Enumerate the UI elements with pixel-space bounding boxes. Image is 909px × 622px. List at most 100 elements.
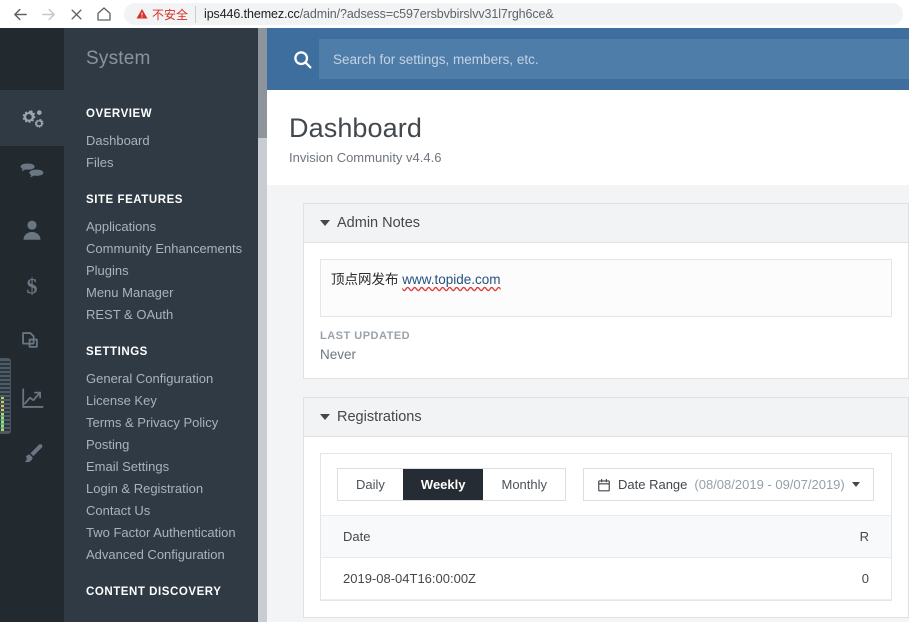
dollar-icon: $ xyxy=(27,273,38,298)
address-bar[interactable]: 不安全 ips446.themez.cc/admin/?adsess=c597e… xyxy=(124,3,903,25)
admin-notes-editor[interactable]: 顶点网发布 www.topide.com xyxy=(320,259,892,318)
person-icon xyxy=(23,220,41,240)
chevron-down-icon xyxy=(320,414,330,421)
back-arrow-icon[interactable] xyxy=(6,2,34,26)
sidebar-item-email-settings[interactable]: Email Settings xyxy=(64,455,258,477)
sidebar-item-files[interactable]: Files xyxy=(64,151,258,173)
sidebar-item-menu-manager[interactable]: Menu Manager xyxy=(64,281,258,303)
security-warning-label: 不安全 xyxy=(152,7,189,22)
sidebar-item-two-factor-authentication[interactable]: Two Factor Authentication xyxy=(64,521,258,543)
dashboard-panels: Admin Notes 顶点网发布 www.topide.com LAST UP… xyxy=(267,185,909,619)
pages-icon xyxy=(22,332,38,348)
sidebar-item-terms-privacy-policy[interactable]: Terms & Privacy Policy xyxy=(64,411,258,433)
nav-group-overview: OVERVIEW Dashboard Files xyxy=(64,108,258,173)
registrations-card: Daily Weekly Monthly Date Range (08/08/2… xyxy=(320,453,892,602)
page-scrollbar[interactable] xyxy=(258,28,267,622)
page-title: Dashboard xyxy=(289,113,422,143)
registrations-body: Daily Weekly Monthly Date Range (08/08/2… xyxy=(304,437,908,617)
chevron-down-icon xyxy=(320,220,330,227)
browser-toolbar: 不安全 ips446.themez.cc/admin/?adsess=c597e… xyxy=(0,0,909,28)
admin-notes-link[interactable]: www.topide.com xyxy=(402,272,500,287)
column-header-registrations[interactable]: R xyxy=(758,515,891,559)
nav-heading-settings: SETTINGS xyxy=(86,346,148,358)
admin-notes-panel-header[interactable]: Admin Notes xyxy=(304,204,908,244)
rail-item-commerce[interactable]: $ xyxy=(0,258,64,314)
nav-group-content-discovery: CONTENT DISCOVERY xyxy=(64,586,258,607)
calendar-icon xyxy=(598,478,610,492)
sidebar-title: System xyxy=(64,28,258,90)
admin-search-bar xyxy=(267,28,909,90)
cell-count: 0 xyxy=(758,557,891,601)
stop-loading-icon[interactable] xyxy=(62,2,90,26)
admin-notes-text: 顶点网发布 xyxy=(331,272,403,288)
main-content: Dashboard Invision Community v4.4.6 Admi… xyxy=(267,28,909,622)
registrations-table: Date R 2019-08-04T16:00:00Z 0 xyxy=(321,515,891,601)
date-range-button[interactable]: Date Range (08/08/2019 - 09/07/2019) xyxy=(583,468,874,502)
sidebar-item-rest-oauth[interactable]: REST & OAuth xyxy=(64,303,258,325)
sidebar-item-general-configuration[interactable]: General Configuration xyxy=(64,367,258,389)
svg-text:$: $ xyxy=(27,273,38,298)
nav-group-settings: SETTINGS General Configuration License K… xyxy=(64,346,258,565)
interval-tab-group: Daily Weekly Monthly xyxy=(337,468,567,502)
column-header-date[interactable]: Date xyxy=(321,515,759,559)
page-header: Dashboard Invision Community v4.4.6 xyxy=(267,90,909,186)
url-text: ips446.themez.cc/admin/?adsess=c597ersbv… xyxy=(204,7,554,21)
nav-heading-site-features: SITE FEATURES xyxy=(86,194,184,206)
sidebar-item-login-registration[interactable]: Login & Registration xyxy=(64,477,258,499)
paintbrush-icon xyxy=(24,443,42,462)
tab-monthly[interactable]: Monthly xyxy=(483,469,566,501)
rail-item-customization[interactable] xyxy=(0,426,64,482)
page-scrollbar-thumb[interactable] xyxy=(258,28,267,138)
search-input[interactable] xyxy=(319,39,909,79)
registrations-toolbar: Daily Weekly Monthly Date Range (08/08/2… xyxy=(321,454,891,515)
date-range-label: Date Range xyxy=(618,477,688,493)
page-subtitle: Invision Community v4.4.6 xyxy=(289,150,442,166)
table-row: 2019-08-04T16:00:00Z 0 xyxy=(321,557,891,601)
sidebar-item-applications[interactable]: Applications xyxy=(64,215,258,237)
registrations-panel: Registrations Daily Weekly Monthly Date … xyxy=(303,397,909,619)
admin-notes-panel: Admin Notes 顶点网发布 www.topide.com LAST UP… xyxy=(303,203,909,380)
sidebar-item-license-key[interactable]: License Key xyxy=(64,389,258,411)
security-warning[interactable]: 不安全 xyxy=(136,5,197,23)
sidebar-item-community-enhancements[interactable]: Community Enhancements xyxy=(64,237,258,259)
rail-item-system[interactable] xyxy=(0,90,64,146)
nav-heading-overview: OVERVIEW xyxy=(86,108,153,120)
admin-notes-title: Admin Notes xyxy=(337,215,421,232)
sidebar-item-plugins[interactable]: Plugins xyxy=(64,259,258,281)
sidebar-item-advanced-configuration[interactable]: Advanced Configuration xyxy=(64,543,258,565)
nav-heading-content-discovery: CONTENT DISCOVERY xyxy=(86,586,222,598)
date-range-value: (08/08/2019 - 09/07/2019) xyxy=(694,477,845,493)
forward-arrow-icon[interactable] xyxy=(34,2,62,26)
admin-app: $ System OVERVIEW Dashboard Files SITE F… xyxy=(0,28,909,622)
tab-weekly[interactable]: Weekly xyxy=(402,469,484,501)
chevron-down-icon xyxy=(851,482,860,488)
url-host: ips446.themez.cc xyxy=(204,7,300,21)
sidebar-nav: System OVERVIEW Dashboard Files SITE FEA… xyxy=(64,28,258,622)
search-icon xyxy=(285,49,319,70)
nav-group-site-features: SITE FEATURES Applications Community Enh… xyxy=(64,194,258,325)
speech-bubbles-icon xyxy=(20,163,44,178)
home-icon[interactable] xyxy=(90,2,118,26)
registrations-table-head: Date R xyxy=(321,515,891,559)
chart-trend-icon xyxy=(21,387,44,408)
warning-triangle-icon xyxy=(136,9,148,19)
admin-notes-body: 顶点网发布 www.topide.com LAST UPDATED Never xyxy=(304,243,908,378)
table-header-row: Date R xyxy=(321,515,891,559)
sidebar-nav-list: OVERVIEW Dashboard Files SITE FEATURES A… xyxy=(64,90,258,607)
gears-icon xyxy=(22,109,44,128)
rail-item-community[interactable] xyxy=(0,146,64,202)
cell-date: 2019-08-04T16:00:00Z xyxy=(321,557,759,601)
registrations-title: Registrations xyxy=(337,409,422,426)
tab-daily[interactable]: Daily xyxy=(338,469,403,501)
registrations-panel-header[interactable]: Registrations xyxy=(304,398,908,438)
app-icon-rail: $ xyxy=(0,28,64,622)
grip-accent-secondary xyxy=(1,415,4,431)
url-path: /admin/?adsess=c597ersbvbirslvv31l7rgh6c… xyxy=(299,7,554,21)
sidebar-item-dashboard[interactable]: Dashboard xyxy=(64,129,258,151)
registrations-table-body: 2019-08-04T16:00:00Z 0 xyxy=(321,557,891,601)
sidebar-item-posting[interactable]: Posting xyxy=(64,433,258,455)
sidebar-resize-grip[interactable] xyxy=(0,358,11,434)
sidebar-item-contact-us[interactable]: Contact Us xyxy=(64,499,258,521)
rail-item-members[interactable] xyxy=(0,202,64,258)
last-updated-label: LAST UPDATED xyxy=(320,330,411,343)
